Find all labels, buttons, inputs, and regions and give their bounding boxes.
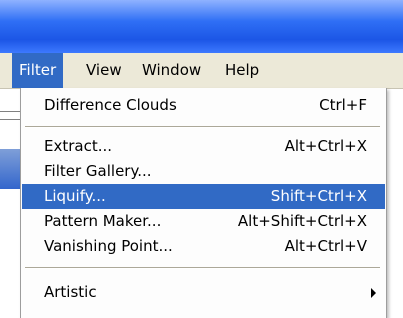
menu-view[interactable]: View — [79, 53, 129, 88]
menu-item-shortcut: Alt+Ctrl+X — [284, 137, 367, 155]
menu-item-label: Extract... — [44, 137, 113, 155]
filter-dropdown-menu: Difference Clouds Ctrl+F Extract... Alt+… — [20, 88, 387, 318]
menu-item-label: Pattern Maker... — [44, 212, 162, 230]
ruler-line — [0, 119, 20, 120]
menu-item-liquify[interactable]: Liquify... Shift+Ctrl+X — [22, 184, 385, 209]
menu-help[interactable]: Help — [218, 53, 266, 88]
menu-item-shortcut: Alt+Ctrl+V — [284, 237, 367, 255]
menu-window[interactable]: Window — [135, 53, 208, 88]
menu-item-shortcut: Shift+Ctrl+X — [270, 187, 367, 205]
menu-item-label: Filter Gallery... — [44, 162, 152, 180]
submenu-arrow-icon — [371, 288, 376, 298]
menu-item-pattern-maker[interactable]: Pattern Maker... Alt+Shift+Ctrl+X — [22, 209, 385, 234]
menu-filter[interactable]: Filter — [12, 53, 64, 88]
window-titlebar — [0, 0, 403, 53]
menu-bar: Filter View Window Help — [0, 53, 403, 89]
menu-item-label: Vanishing Point... — [44, 237, 173, 255]
menu-item-shortcut: Alt+Shift+Ctrl+X — [237, 212, 367, 230]
menu-item-filter-gallery[interactable]: Filter Gallery... — [22, 159, 385, 184]
ruler-line — [0, 111, 20, 112]
menu-item-extract[interactable]: Extract... Alt+Ctrl+X — [22, 134, 385, 159]
menu-separator — [25, 126, 380, 128]
menu-item-artistic[interactable]: Artistic — [22, 280, 385, 305]
menu-item-shortcut: Ctrl+F — [319, 96, 367, 114]
menu-item-vanishing-point[interactable]: Vanishing Point... Alt+Ctrl+V — [22, 234, 385, 259]
menu-separator — [25, 267, 380, 269]
menu-item-difference-clouds[interactable]: Difference Clouds Ctrl+F — [22, 93, 385, 118]
menu-item-label: Artistic — [44, 283, 97, 301]
menu-item-label: Difference Clouds — [44, 96, 177, 114]
menu-item-label: Liquify... — [44, 187, 106, 205]
